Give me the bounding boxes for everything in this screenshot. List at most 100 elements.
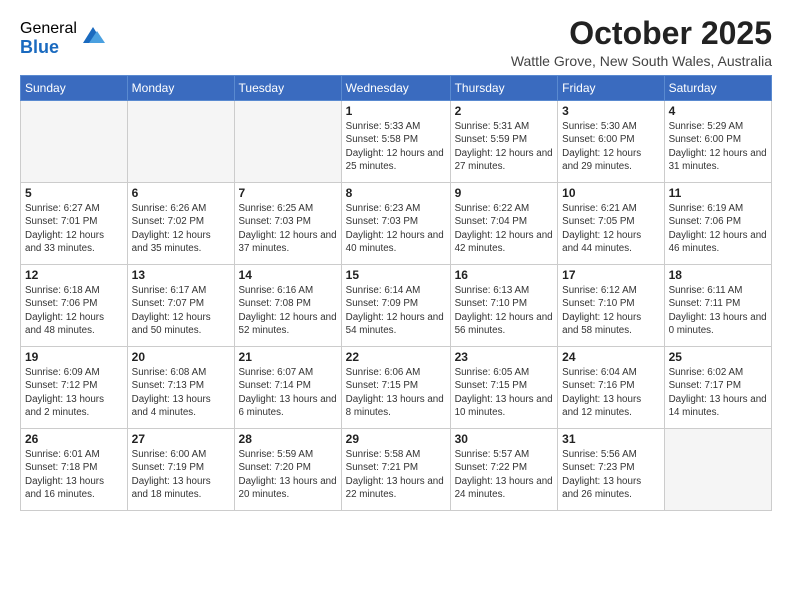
day-number: 21 xyxy=(239,350,337,364)
table-row: 22 Sunrise: 6:06 AMSunset: 7:15 PMDayligh… xyxy=(341,347,450,429)
day-number: 3 xyxy=(562,104,659,118)
col-saturday: Saturday xyxy=(664,76,771,101)
location-subtitle: Wattle Grove, New South Wales, Australia xyxy=(511,53,772,69)
day-number: 30 xyxy=(455,432,554,446)
day-info: Sunrise: 6:12 AMSunset: 7:10 PMDaylight:… xyxy=(562,284,659,337)
day-info: Sunrise: 6:00 AMSunset: 7:19 PMDaylight:… xyxy=(132,448,230,501)
day-info: Sunrise: 6:18 AMSunset: 7:06 PMDaylight:… xyxy=(25,284,123,337)
day-info: Sunrise: 5:29 AMSunset: 6:00 PMDaylight:… xyxy=(669,120,767,173)
day-info: Sunrise: 5:58 AMSunset: 7:21 PMDaylight:… xyxy=(346,448,446,501)
day-info: Sunrise: 5:56 AMSunset: 7:23 PMDaylight:… xyxy=(562,448,659,501)
calendar-table: Sunday Monday Tuesday Wednesday Thursday… xyxy=(20,75,772,511)
table-row: 15 Sunrise: 6:14 AMSunset: 7:09 PMDayligh… xyxy=(341,265,450,347)
calendar-week-row: 26 Sunrise: 6:01 AMSunset: 7:18 PMDayligh… xyxy=(21,429,772,511)
day-number: 14 xyxy=(239,268,337,282)
calendar-week-row: 5Sunrise: 6:27 AMSunset: 7:01 PMDaylight… xyxy=(21,183,772,265)
day-number: 2 xyxy=(455,104,554,118)
table-row: 7 Sunrise: 6:25 AMSunset: 7:03 PMDaylight… xyxy=(234,183,341,265)
day-info: Sunrise: 5:31 AMSunset: 5:59 PMDaylight:… xyxy=(455,120,554,173)
table-row xyxy=(234,101,341,183)
day-number: 20 xyxy=(132,350,230,364)
table-row: 25 Sunrise: 6:02 AMSunset: 7:17 PMDayligh… xyxy=(664,347,771,429)
day-info: Sunrise: 5:57 AMSunset: 7:22 PMDaylight:… xyxy=(455,448,554,501)
day-number: 25 xyxy=(669,350,767,364)
table-row: 11 Sunrise: 6:19 AMSunset: 7:06 PMDayligh… xyxy=(664,183,771,265)
table-row: 5Sunrise: 6:27 AMSunset: 7:01 PMDaylight… xyxy=(21,183,128,265)
day-info: Sunrise: 6:01 AMSunset: 7:18 PMDaylight:… xyxy=(25,448,123,501)
table-row xyxy=(21,101,128,183)
table-row: 21 Sunrise: 6:07 AMSunset: 7:14 PMDayligh… xyxy=(234,347,341,429)
day-number: 18 xyxy=(669,268,767,282)
day-info: Sunrise: 6:22 AMSunset: 7:04 PMDaylight:… xyxy=(455,202,554,255)
page-container: General Blue October 2025 Wattle Grove, … xyxy=(0,0,792,521)
table-row xyxy=(127,101,234,183)
day-info: Sunrise: 6:26 AMSunset: 7:02 PMDaylight:… xyxy=(132,202,230,255)
day-info: Sunrise: 6:07 AMSunset: 7:14 PMDaylight:… xyxy=(239,366,337,419)
day-number: 12 xyxy=(25,268,123,282)
day-info: Sunrise: 6:05 AMSunset: 7:15 PMDaylight:… xyxy=(455,366,554,419)
table-row: 17 Sunrise: 6:12 AMSunset: 7:10 PMDayligh… xyxy=(558,265,664,347)
day-number: 8 xyxy=(346,186,446,200)
table-row: 3Sunrise: 5:30 AMSunset: 6:00 PMDaylight… xyxy=(558,101,664,183)
logo-blue: Blue xyxy=(20,38,77,58)
table-row: 27Sunrise: 6:00 AMSunset: 7:19 PMDayligh… xyxy=(127,429,234,511)
day-number: 6 xyxy=(132,186,230,200)
day-number: 29 xyxy=(346,432,446,446)
logo-general: General xyxy=(20,20,77,38)
table-row: 20Sunrise: 6:08 AMSunset: 7:13 PMDayligh… xyxy=(127,347,234,429)
day-info: Sunrise: 5:33 AMSunset: 5:58 PMDaylight:… xyxy=(346,120,446,173)
table-row: 12 Sunrise: 6:18 AMSunset: 7:06 PMDayligh… xyxy=(21,265,128,347)
day-info: Sunrise: 6:04 AMSunset: 7:16 PMDaylight:… xyxy=(562,366,659,419)
day-number: 17 xyxy=(562,268,659,282)
day-number: 4 xyxy=(669,104,767,118)
day-number: 1 xyxy=(346,104,446,118)
col-monday: Monday xyxy=(127,76,234,101)
day-number: 7 xyxy=(239,186,337,200)
day-info: Sunrise: 6:06 AMSunset: 7:15 PMDaylight:… xyxy=(346,366,446,419)
day-number: 16 xyxy=(455,268,554,282)
day-number: 9 xyxy=(455,186,554,200)
day-info: Sunrise: 6:11 AMSunset: 7:11 PMDaylight:… xyxy=(669,284,767,337)
table-row: 6 Sunrise: 6:26 AMSunset: 7:02 PMDaylight… xyxy=(127,183,234,265)
col-tuesday: Tuesday xyxy=(234,76,341,101)
table-row: 9 Sunrise: 6:22 AMSunset: 7:04 PMDaylight… xyxy=(450,183,558,265)
header: General Blue October 2025 Wattle Grove, … xyxy=(20,16,772,69)
day-number: 23 xyxy=(455,350,554,364)
table-row: 1 Sunrise: 5:33 AMSunset: 5:58 PMDaylight… xyxy=(341,101,450,183)
day-info: Sunrise: 6:16 AMSunset: 7:08 PMDaylight:… xyxy=(239,284,337,337)
col-friday: Friday xyxy=(558,76,664,101)
day-number: 11 xyxy=(669,186,767,200)
calendar-header-row: Sunday Monday Tuesday Wednesday Thursday… xyxy=(21,76,772,101)
day-number: 13 xyxy=(132,268,230,282)
day-info: Sunrise: 5:59 AMSunset: 7:20 PMDaylight:… xyxy=(239,448,337,501)
day-info: Sunrise: 6:27 AMSunset: 7:01 PMDaylight:… xyxy=(25,202,123,255)
table-row: 29 Sunrise: 5:58 AMSunset: 7:21 PMDayligh… xyxy=(341,429,450,511)
day-info: Sunrise: 6:14 AMSunset: 7:09 PMDaylight:… xyxy=(346,284,446,337)
table-row: 2 Sunrise: 5:31 AMSunset: 5:59 PMDaylight… xyxy=(450,101,558,183)
day-number: 26 xyxy=(25,432,123,446)
day-info: Sunrise: 6:25 AMSunset: 7:03 PMDaylight:… xyxy=(239,202,337,255)
title-block: October 2025 Wattle Grove, New South Wal… xyxy=(511,16,772,69)
day-info: Sunrise: 6:09 AMSunset: 7:12 PMDaylight:… xyxy=(25,366,123,419)
day-info: Sunrise: 6:02 AMSunset: 7:17 PMDaylight:… xyxy=(669,366,767,419)
logo-text: General Blue xyxy=(20,20,77,57)
day-number: 31 xyxy=(562,432,659,446)
calendar-week-row: 1 Sunrise: 5:33 AMSunset: 5:58 PMDaylight… xyxy=(21,101,772,183)
month-year-title: October 2025 xyxy=(511,16,772,51)
table-row: 23 Sunrise: 6:05 AMSunset: 7:15 PMDayligh… xyxy=(450,347,558,429)
col-thursday: Thursday xyxy=(450,76,558,101)
table-row: 24Sunrise: 6:04 AMSunset: 7:16 PMDayligh… xyxy=(558,347,664,429)
table-row: 14 Sunrise: 6:16 AMSunset: 7:08 PMDayligh… xyxy=(234,265,341,347)
day-info: Sunrise: 6:19 AMSunset: 7:06 PMDaylight:… xyxy=(669,202,767,255)
logo: General Blue xyxy=(20,20,107,57)
day-info: Sunrise: 6:13 AMSunset: 7:10 PMDaylight:… xyxy=(455,284,554,337)
table-row: 18 Sunrise: 6:11 AMSunset: 7:11 PMDayligh… xyxy=(664,265,771,347)
table-row: 28 Sunrise: 5:59 AMSunset: 7:20 PMDayligh… xyxy=(234,429,341,511)
day-info: Sunrise: 6:17 AMSunset: 7:07 PMDaylight:… xyxy=(132,284,230,337)
day-number: 22 xyxy=(346,350,446,364)
day-info: Sunrise: 6:21 AMSunset: 7:05 PMDaylight:… xyxy=(562,202,659,255)
table-row: 30 Sunrise: 5:57 AMSunset: 7:22 PMDayligh… xyxy=(450,429,558,511)
day-number: 15 xyxy=(346,268,446,282)
day-number: 28 xyxy=(239,432,337,446)
table-row: 13 Sunrise: 6:17 AMSunset: 7:07 PMDayligh… xyxy=(127,265,234,347)
